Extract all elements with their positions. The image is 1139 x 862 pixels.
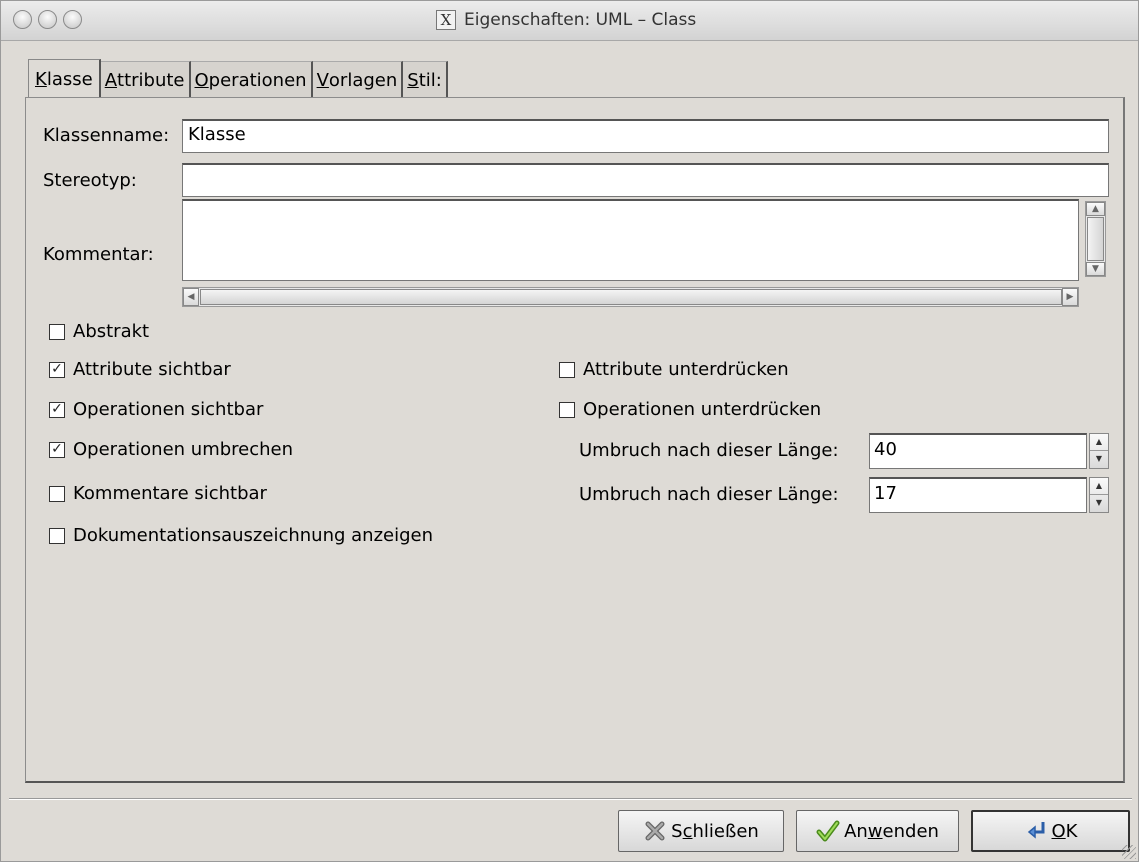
tab-vorlagen-mnemonic: V	[316, 70, 329, 91]
stereotype-input[interactable]	[182, 163, 1109, 197]
apply-button[interactable]: Anwenden	[796, 810, 959, 852]
doc-tag-label: Dokumentationsauszeichnung anzeigen	[73, 525, 433, 546]
spin-down-icon[interactable]: ▼	[1090, 495, 1108, 512]
operations-suppress-label: Operationen unterdrücken	[583, 399, 822, 420]
operations-wrap-length-input[interactable]: 40	[869, 433, 1087, 469]
comments-wrap-length-input[interactable]: 17	[869, 477, 1087, 513]
apply-button-label: Anwenden	[844, 820, 939, 842]
tab-operationen-mnemonic: O	[194, 70, 209, 91]
comments-wrap-spinner[interactable]: ▲ ▼	[1089, 477, 1109, 513]
scroll-up-arrow-icon[interactable]: ▲	[1086, 202, 1105, 216]
operations-visible-label: Operationen sichtbar	[73, 399, 264, 420]
attributes-visible-label: Attribute sichtbar	[73, 359, 231, 380]
tab-attribute-mnemonic: A	[104, 70, 118, 91]
close-button[interactable]: Schließen	[618, 810, 784, 852]
scroll-down-arrow-icon[interactable]: ▼	[1086, 262, 1105, 276]
doc-tag-checkbox[interactable]	[49, 527, 65, 544]
spin-down-icon[interactable]: ▼	[1090, 451, 1108, 468]
abstract-label: Abstrakt	[73, 321, 150, 342]
operations-wrap-label: Operationen umbrechen	[73, 439, 294, 460]
comments-visible-checkbox[interactable]	[49, 485, 65, 502]
comment-textarea[interactable]	[182, 199, 1079, 281]
operations-wrap-checkbox[interactable]: ✓	[49, 441, 65, 458]
vertical-scroll-thumb[interactable]	[1087, 217, 1104, 261]
tab-vorlagen-label: orlagen	[328, 70, 398, 91]
tab-attribute-label: ttribute	[117, 70, 185, 91]
zoom-window-button[interactable]	[63, 10, 82, 29]
abstract-checkbox[interactable]	[49, 323, 65, 340]
operations-suppress-row[interactable]: Operationen unterdrücken	[559, 399, 821, 420]
tab-stil[interactable]: Stil:	[403, 61, 448, 99]
classname-label: Klassenname:	[43, 125, 170, 146]
tab-klasse-label: lasse	[46, 69, 93, 90]
horizontal-scroll-thumb[interactable]	[200, 289, 1062, 305]
tab-operationen-label: perationen	[208, 70, 307, 91]
window-title: Eigenschaften: UML – Class	[464, 10, 697, 30]
title-bar: X Eigenschaften: UML – Class	[1, 1, 1138, 41]
attributes-suppress-checkbox[interactable]	[559, 361, 575, 378]
attributes-visible-row[interactable]: ✓ Attribute sichtbar	[49, 359, 231, 380]
resize-grip-icon[interactable]	[1122, 845, 1136, 859]
tab-operationen[interactable]: Operationen	[190, 61, 313, 99]
operations-visible-row[interactable]: ✓ Operationen sichtbar	[49, 399, 263, 420]
ok-button-label: OK	[1051, 820, 1078, 842]
close-window-button[interactable]	[13, 10, 32, 29]
attributes-visible-checkbox[interactable]: ✓	[49, 361, 65, 378]
operations-suppress-checkbox[interactable]	[559, 401, 575, 418]
tab-strip: Klasse Attribute Operationen Vorlagen St…	[28, 59, 448, 99]
checkmark-icon	[816, 820, 840, 842]
tab-attribute[interactable]: Attribute	[100, 61, 191, 99]
tab-klasse-mnemonic: K	[35, 69, 47, 90]
tab-vorlagen[interactable]: Vorlagen	[312, 61, 404, 99]
spin-up-icon[interactable]: ▲	[1090, 478, 1108, 495]
operations-visible-checkbox[interactable]: ✓	[49, 401, 65, 418]
attributes-suppress-label: Attribute unterdrücken	[583, 359, 789, 380]
attributes-suppress-row[interactable]: Attribute unterdrücken	[559, 359, 789, 380]
window-title-group: X Eigenschaften: UML – Class	[436, 10, 696, 30]
properties-dialog: X Eigenschaften: UML – Class Klasse Attr…	[0, 0, 1139, 862]
close-x-icon	[645, 821, 665, 841]
scroll-left-arrow-icon[interactable]: ◀	[183, 288, 199, 306]
close-button-label: Schließen	[671, 820, 759, 842]
comment-label: Kommentar:	[43, 244, 154, 265]
tab-stil-mnemonic: S	[407, 70, 419, 91]
comment-horizontal-scrollbar[interactable]: ◀ ▶	[182, 287, 1079, 307]
x11-app-icon: X	[436, 10, 456, 30]
scroll-right-arrow-icon[interactable]: ▶	[1062, 288, 1078, 306]
comments-wrap-length-label: Umbruch nach dieser Länge:	[579, 484, 839, 505]
abstract-checkbox-row[interactable]: Abstrakt	[49, 321, 149, 342]
comment-vertical-scrollbar[interactable]: ▲ ▼	[1085, 201, 1106, 277]
comments-visible-label: Kommentare sichtbar	[73, 483, 267, 504]
comments-visible-row[interactable]: Kommentare sichtbar	[49, 483, 267, 504]
operations-wrap-length-label: Umbruch nach dieser Länge:	[579, 440, 839, 461]
tab-stil-label: til:	[418, 70, 442, 91]
operations-wrap-row[interactable]: ✓ Operationen umbrechen	[49, 439, 293, 460]
classname-input[interactable]: Klasse	[182, 119, 1109, 153]
enter-arrow-icon	[1027, 822, 1044, 839]
ok-button[interactable]: OK	[971, 810, 1130, 852]
spin-up-icon[interactable]: ▲	[1090, 434, 1108, 451]
minimize-window-button[interactable]	[38, 10, 57, 29]
doc-tag-row[interactable]: Dokumentationsauszeichnung anzeigen	[49, 525, 433, 546]
button-separator	[9, 798, 1132, 800]
tab-klasse[interactable]: Klasse	[28, 59, 101, 99]
stereotype-label: Stereotyp:	[43, 170, 137, 191]
operations-wrap-spinner[interactable]: ▲ ▼	[1089, 433, 1109, 469]
